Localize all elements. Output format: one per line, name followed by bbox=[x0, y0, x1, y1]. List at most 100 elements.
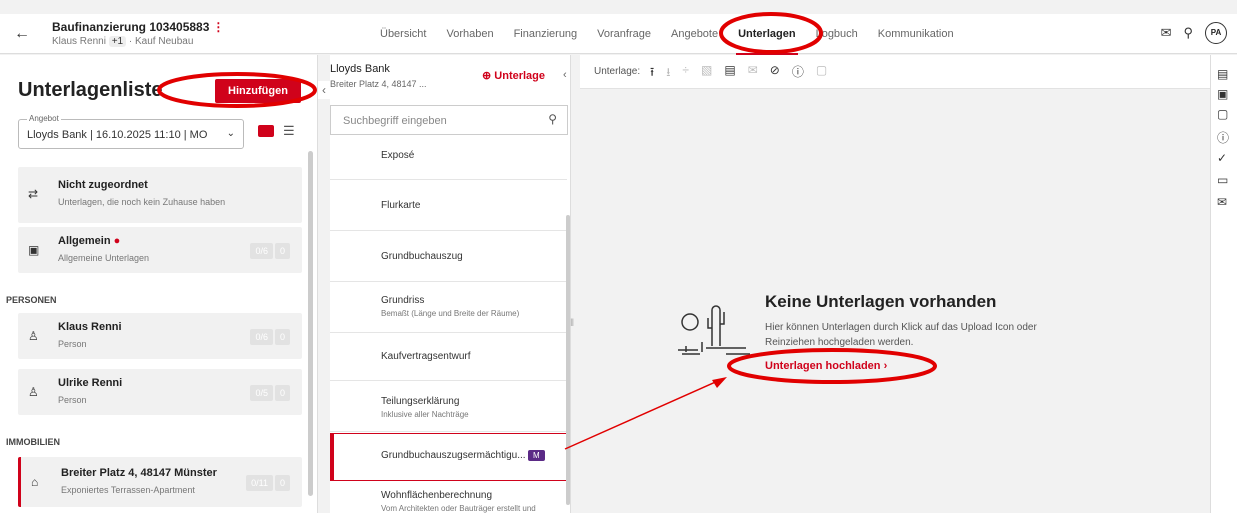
tab-uebersicht[interactable]: Übersicht bbox=[370, 14, 436, 54]
count-badges: 0/5 0 bbox=[250, 385, 290, 401]
card-subtitle: Allgemeine Unterlagen bbox=[58, 253, 150, 263]
document-types-panel: Lloyds Bank Breiter Platz 4, 48147 ... ⊕… bbox=[330, 55, 571, 513]
document-type-title: Grundbuchauszugsermächtigu... bbox=[381, 450, 526, 461]
project-title-text: Baufinanzierung 103405883 bbox=[52, 20, 210, 34]
search-input[interactable]: Suchbegriff eingeben ⚲ bbox=[330, 105, 568, 135]
search-icon[interactable]: ⚲ bbox=[1183, 25, 1193, 41]
count-badge: 0/5 bbox=[250, 385, 273, 401]
folder-icon[interactable] bbox=[258, 125, 274, 137]
tab-angebote[interactable]: Angebote bbox=[661, 14, 728, 54]
project-subtitle: Klaus Renni +1 · Kauf Neubau bbox=[52, 36, 193, 47]
add-document-button[interactable]: ⊕ Unterlage bbox=[482, 69, 545, 82]
download-icon[interactable]: ⭳ bbox=[666, 63, 670, 84]
notes-icon[interactable]: ▤ bbox=[1217, 67, 1228, 81]
document-type-title: Teilungserklärung bbox=[381, 396, 460, 407]
document-type-subtitle: Vom Architekten oder Bauträger erstellt … bbox=[381, 504, 536, 513]
tab-voranfrage[interactable]: Voranfrage bbox=[587, 14, 661, 54]
empty-state-title: Keine Unterlagen vorhanden bbox=[765, 292, 997, 311]
more-borrowers-badge[interactable]: +1 bbox=[108, 36, 127, 47]
info-icon[interactable]: ⓘ bbox=[1217, 129, 1229, 146]
document-box-icon: ▣ bbox=[28, 243, 40, 257]
add-button[interactable]: Hinzufügen bbox=[215, 79, 301, 103]
page-title: Unterlagenliste bbox=[18, 79, 163, 101]
comment-icon[interactable]: ▤ bbox=[724, 63, 735, 84]
tab-vorhaben[interactable]: Vorhaben bbox=[436, 14, 503, 54]
card-allgemein[interactable]: ▣ Allgemein ● Allgemeine Unterlagen 0/6 … bbox=[18, 227, 302, 273]
count-badges: 0/11 0 bbox=[246, 475, 290, 491]
document-type-title: Kaufvertragsentwurf bbox=[381, 351, 471, 362]
upload-documents-label: Unterlagen hochladen bbox=[765, 360, 881, 372]
list-item-selected[interactable]: Grundbuchauszugsermächtigu... M bbox=[330, 433, 567, 481]
upload-documents-link[interactable]: Unterlagen hochladen › bbox=[765, 360, 887, 372]
avatar[interactable]: PA bbox=[1205, 22, 1227, 44]
count-badge: 0 bbox=[274, 385, 290, 401]
contact-card-icon[interactable]: ▣ bbox=[1217, 87, 1228, 101]
search-icon: ⚲ bbox=[548, 112, 557, 126]
tab-kommunikation[interactable]: Kommunikation bbox=[868, 14, 964, 54]
offer-select[interactable]: Angebot Lloyds Bank | 16.10.2025 11:10 |… bbox=[18, 114, 244, 149]
image-icon[interactable]: ▧ bbox=[701, 63, 712, 84]
side-rail: ▤ ▣ ▢ ⓘ ✓ ▭ ✉ bbox=[1210, 55, 1237, 513]
card-property[interactable]: ⌂ Breiter Platz 4, 48147 Münster Exponie… bbox=[18, 457, 302, 507]
list-item[interactable]: Kaufvertragsentwurf bbox=[330, 334, 567, 381]
count-badge: 0 bbox=[274, 329, 290, 345]
scrollbar[interactable] bbox=[566, 215, 570, 505]
list-item[interactable]: Flurkarte bbox=[330, 181, 567, 231]
empty-state-text: Hier können Unterlagen durch Klick auf d… bbox=[765, 322, 1037, 348]
document-type-subtitle: Inklusive aller Nachträge bbox=[381, 410, 469, 419]
document-type-title: Wohnflächenberechnung bbox=[381, 490, 493, 501]
toolbar-icons: ⭱ ⭳ ÷ ▧ ▤ ✉ ⊘ ⓘ ▢ bbox=[650, 63, 827, 84]
info-icon[interactable]: ⓘ bbox=[792, 63, 804, 84]
property-address: Breiter Platz 4, 48147 ... bbox=[330, 79, 427, 89]
hide-icon[interactable]: ⊘ bbox=[770, 63, 780, 84]
card-subtitle: Unterlagen, die noch kein Zuhause haben bbox=[58, 197, 226, 207]
count-badge: 0/6 bbox=[250, 329, 273, 345]
kebab-menu-icon[interactable]: ⋮ bbox=[212, 20, 224, 34]
card-person[interactable]: ♙ Ulrike Renni Person 0/5 0 bbox=[18, 369, 302, 415]
mail-icon[interactable]: ✉ bbox=[748, 63, 758, 84]
document-type-title: Exposé bbox=[381, 150, 415, 161]
financing-type: · Kauf Neubau bbox=[128, 36, 194, 47]
person-icon: ♙ bbox=[28, 329, 39, 343]
count-badges: 0/6 0 bbox=[250, 243, 290, 259]
list-item[interactable]: Wohnflächenberechnung Vom Architekten od… bbox=[330, 482, 567, 513]
tab-finanzierung[interactable]: Finanzierung bbox=[504, 14, 588, 54]
top-bar: ← Baufinanzierung 103405883 ⋮ Klaus Renni… bbox=[0, 14, 1237, 56]
toolbar-label: Unterlage: bbox=[594, 66, 641, 77]
plus-circle-icon: ⊕ bbox=[482, 70, 492, 82]
card-person[interactable]: ♙ Klaus Renni Person 0/6 0 bbox=[18, 313, 302, 359]
list-item[interactable]: Exposé bbox=[330, 135, 567, 180]
section-immobilien: IMMOBILIEN bbox=[6, 437, 60, 447]
offer-select-label: Angebot bbox=[27, 114, 61, 123]
list-item[interactable]: Grundriss Bemaßt (Länge und Breite der R… bbox=[330, 283, 567, 333]
back-arrow-icon[interactable]: ← bbox=[14, 25, 30, 43]
list-item[interactable]: Grundbuchauszug bbox=[330, 232, 567, 282]
mail-icon[interactable]: ✉ bbox=[1161, 25, 1172, 41]
count-badge: 0/6 bbox=[250, 243, 273, 259]
image-frame-icon[interactable]: ▢ bbox=[1217, 107, 1228, 121]
scrollbar[interactable] bbox=[308, 151, 313, 496]
person-icon: ♙ bbox=[28, 385, 39, 399]
card-nicht-zugeordnet[interactable]: ⇄ Nicht zugeordnet Unterlagen, die noch … bbox=[18, 167, 302, 223]
document-type-title: Grundbuchauszug bbox=[381, 251, 463, 262]
list-view-icon[interactable]: ☰ bbox=[283, 123, 295, 139]
split-icon[interactable]: ÷ bbox=[682, 63, 689, 84]
card-title: Klaus Renni bbox=[58, 321, 122, 333]
resize-handle-icon[interactable]: ‖ bbox=[570, 318, 576, 338]
check-circle-icon[interactable]: ✓ bbox=[1217, 151, 1227, 165]
mail-icon[interactable]: ✉ bbox=[1217, 195, 1227, 209]
clipboard-icon[interactable]: ▢ bbox=[816, 63, 827, 84]
collapse-left-panel-button[interactable]: ‹ bbox=[318, 81, 330, 99]
archive-icon[interactable]: ▭ bbox=[1217, 173, 1228, 187]
offer-select-value: Lloyds Bank | 16.10.2025 11:10 | MO bbox=[27, 129, 208, 141]
card-subtitle: Exponiertes Terrassen-Apartment bbox=[61, 485, 195, 495]
tab-unterlagen[interactable]: Unterlagen bbox=[728, 14, 805, 56]
main-nav: Übersicht Vorhaben Finanzierung Voranfra… bbox=[370, 14, 964, 56]
tab-logbuch[interactable]: Logbuch bbox=[806, 14, 868, 54]
list-item[interactable]: Teilungserklärung Inklusive aller Nachtr… bbox=[330, 382, 567, 432]
upload-icon[interactable]: ⭱ bbox=[650, 63, 654, 84]
card-title: Ulrike Renni bbox=[58, 377, 123, 389]
count-badge: 0 bbox=[274, 475, 290, 491]
collapse-middle-panel-button[interactable]: ‹ bbox=[563, 69, 567, 81]
document-type-title: Grundriss bbox=[381, 295, 425, 306]
